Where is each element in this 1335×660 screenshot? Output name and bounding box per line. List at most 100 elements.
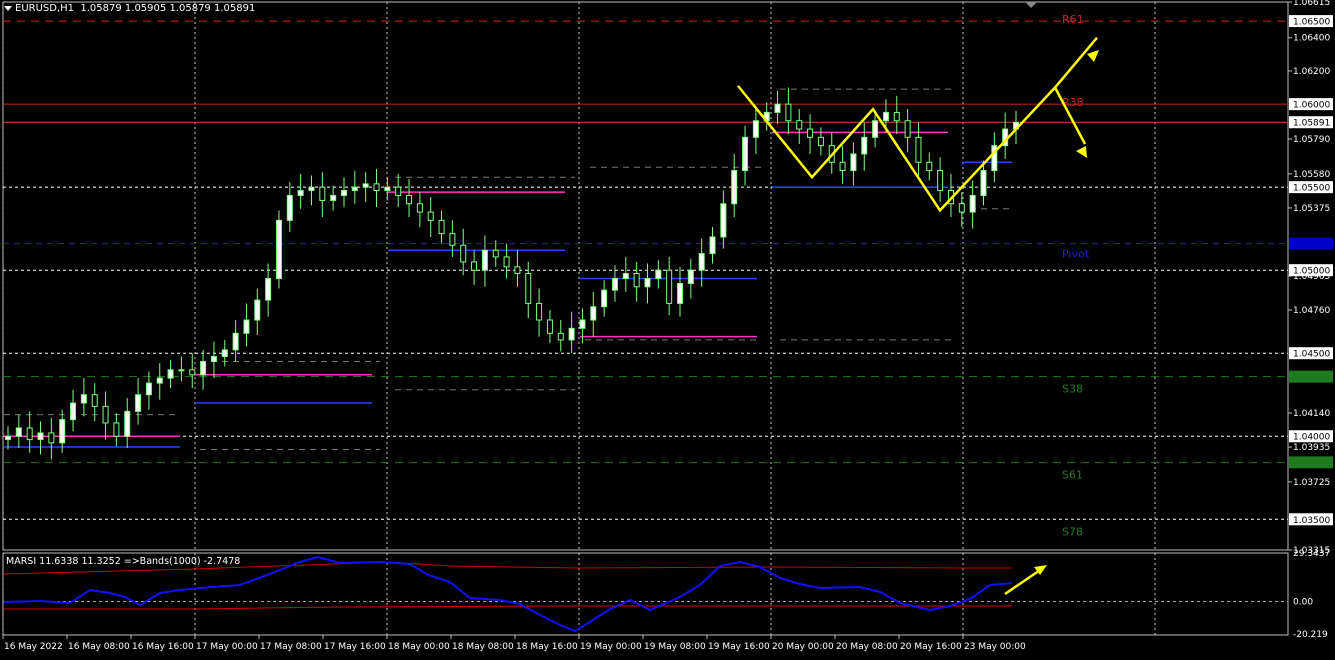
candle: [135, 378, 142, 425]
time-axis-label: 20 May 16:00: [900, 642, 962, 652]
candle-body: [774, 103, 781, 113]
time-axis-label: 19 May 16:00: [708, 642, 770, 652]
time-axis-label: 16 May 2022: [4, 642, 63, 652]
candle: [503, 243, 510, 279]
indicator-scale-label: 0.00: [1293, 598, 1313, 608]
candle-body: [319, 186, 326, 201]
candle: [557, 320, 564, 352]
price-axis-label: 1.06200: [1293, 67, 1330, 77]
price-axis-label: 1.05580: [1293, 170, 1330, 180]
candle-body: [633, 273, 640, 288]
main-pane-border: [2, 1, 1289, 551]
time-axis-label: 20 May 00:00: [772, 642, 834, 652]
candle-body: [275, 219, 282, 279]
candle: [481, 235, 488, 287]
candle-body: [742, 136, 749, 172]
candle-body: [460, 244, 467, 263]
price-axis-box-label: 1.06500: [1293, 18, 1330, 28]
candle-body: [590, 306, 597, 321]
time-axis-label: 20 May 08:00: [836, 642, 898, 652]
candle-body: [156, 377, 163, 384]
candle-body: [698, 253, 705, 271]
candle: [850, 142, 857, 186]
candle-body: [102, 405, 109, 424]
candle: [633, 261, 640, 302]
candle: [330, 185, 337, 211]
candle: [210, 341, 217, 379]
candle-body: [167, 369, 174, 379]
candle-body: [666, 269, 673, 304]
indicator-lower-band: [4, 605, 1012, 610]
chart-shift-marker-icon: [1025, 2, 1037, 8]
price-axis-box-label: 1.03843: [1293, 459, 1330, 469]
dropdown-triangle-icon[interactable]: [4, 5, 12, 11]
candle: [839, 145, 846, 184]
price-axis-label: 1.04140: [1293, 409, 1330, 419]
candle: [351, 170, 358, 204]
indicator-arrow-line: [1004, 566, 1044, 596]
candle-body: [15, 427, 22, 437]
candle: [254, 288, 261, 335]
candle: [167, 359, 174, 389]
candle-body: [135, 394, 142, 412]
candle: [579, 308, 586, 344]
candle: [969, 180, 976, 229]
candle-body: [91, 394, 98, 407]
symbol-label: EURUSD,H1: [15, 3, 75, 14]
indicator-scale-label: -20.219: [1293, 630, 1328, 640]
candle-body: [330, 194, 337, 201]
time-axis-label: 17 May 16:00: [324, 642, 386, 652]
candle: [514, 250, 521, 287]
candle-body: [752, 120, 759, 138]
candle: [286, 182, 293, 232]
candle-body: [785, 103, 792, 122]
candle: [275, 210, 282, 289]
price-axis-box-label: 1.03500: [1293, 516, 1330, 526]
candle: [156, 363, 163, 400]
candle-body: [48, 432, 55, 444]
candle: [622, 256, 629, 292]
candle: [926, 152, 933, 181]
candle: [590, 291, 597, 337]
time-axis-label: 18 May 08:00: [452, 642, 514, 652]
candle: [677, 266, 683, 317]
candle: [297, 173, 304, 209]
candle-body: [416, 203, 423, 213]
chart-window[interactable]: 1.06615 1.06400 1.06200 1.05790 1.05580 1.053…: [0, 0, 1335, 656]
level-label: R61: [1062, 13, 1084, 26]
candle: [720, 190, 727, 249]
price-axis-box-label: 1.04500: [1293, 350, 1330, 360]
chart-header: EURUSD,H1 1.05879 1.05905 1.05879 1.0589…: [4, 3, 255, 14]
candle: [687, 258, 694, 299]
candle: [492, 240, 499, 267]
candle-body: [492, 249, 499, 258]
candle-body: [807, 128, 814, 138]
candle-body: [720, 203, 727, 238]
candle: [124, 398, 131, 448]
candle: [406, 178, 413, 218]
candle-body: [839, 161, 846, 172]
candle-body: [579, 319, 586, 329]
candle-body: [59, 419, 66, 444]
candle-body: [384, 186, 391, 191]
candle-body: [221, 349, 228, 358]
price-axis-label: 1.04760: [1293, 306, 1330, 316]
price-axis-label: 1.05790: [1293, 135, 1330, 145]
time-axis-label: 16 May 16:00: [132, 642, 194, 652]
level-label: S38: [1062, 383, 1083, 396]
candle-body: [70, 402, 77, 421]
ohlc-values: 1.05879 1.05905 1.05879 1.05891: [80, 3, 256, 14]
arrow-up-icon: [1087, 50, 1099, 62]
candle: [666, 256, 673, 316]
price-axis-box-label: 1.04359: [1293, 373, 1330, 383]
candle-body: [200, 361, 207, 376]
candle-body: [709, 236, 716, 255]
candle-body: [5, 435, 11, 441]
candle: [709, 227, 716, 264]
candle-body: [145, 382, 152, 396]
candle-body: [677, 282, 683, 304]
candle-body: [308, 186, 315, 191]
candle: [731, 153, 738, 218]
time-axis-label: 18 May 16:00: [516, 642, 578, 652]
candle-body: [265, 277, 272, 301]
